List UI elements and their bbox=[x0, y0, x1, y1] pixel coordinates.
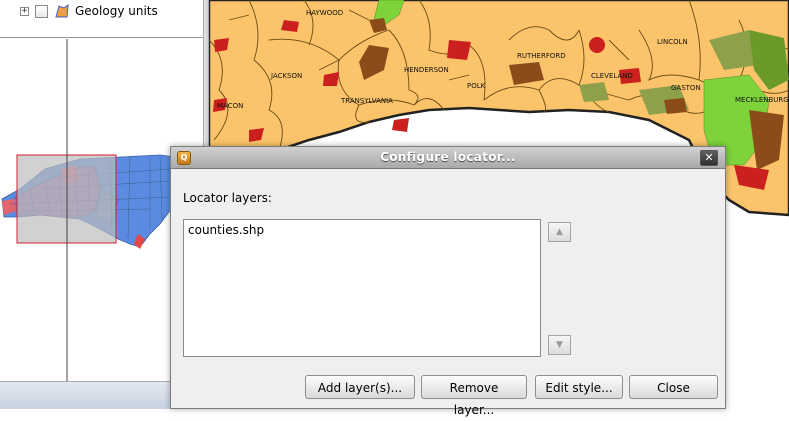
list-item[interactable]: counties.shp bbox=[184, 220, 540, 240]
county-label: MECKLENBURG bbox=[735, 96, 789, 104]
locator-layers-list[interactable]: counties.shp bbox=[183, 219, 541, 357]
county-label: JACKSON bbox=[270, 72, 302, 80]
locator-layers-label: Locator layers: bbox=[183, 191, 272, 205]
dialog-titlebar[interactable]: Q Configure locator... ✕ bbox=[171, 147, 725, 169]
move-down-button[interactable]: ▼ bbox=[548, 335, 571, 355]
county-label: RUTHERFORD bbox=[517, 52, 566, 60]
county-label: CLEVELAND bbox=[591, 72, 633, 80]
layer-tree: + Geology units bbox=[0, 0, 207, 38]
layer-name: Geology units bbox=[75, 4, 158, 18]
county-label: LINCOLN bbox=[657, 38, 688, 46]
layer-visibility-checkbox[interactable] bbox=[35, 4, 48, 18]
polygon-layer-icon bbox=[55, 4, 69, 18]
configure-locator-dialog: Q Configure locator... ✕ Locator layers:… bbox=[170, 146, 726, 417]
add-layers-button[interactable]: Add layer(s)... bbox=[305, 375, 415, 399]
county-label: POLK bbox=[467, 82, 486, 90]
county-label: HENDERSON bbox=[404, 66, 449, 74]
close-icon[interactable]: ✕ bbox=[700, 150, 718, 166]
edit-style-button[interactable]: Edit style... bbox=[535, 375, 623, 399]
county-label: TRANSYLVANIA bbox=[340, 97, 393, 105]
county-label: HAYWOOD bbox=[306, 9, 343, 17]
dialog-title: Configure locator... bbox=[380, 150, 516, 164]
close-button[interactable]: Close bbox=[629, 375, 718, 399]
county-label: MACON bbox=[217, 102, 243, 110]
county-label: GASTON bbox=[671, 84, 701, 92]
move-up-button[interactable]: ▲ bbox=[548, 222, 571, 242]
expand-icon[interactable]: + bbox=[20, 6, 29, 16]
remove-layer-button[interactable]: Remove layer... bbox=[421, 375, 527, 417]
layer-tree-item-geology-units[interactable]: + Geology units bbox=[20, 2, 158, 20]
